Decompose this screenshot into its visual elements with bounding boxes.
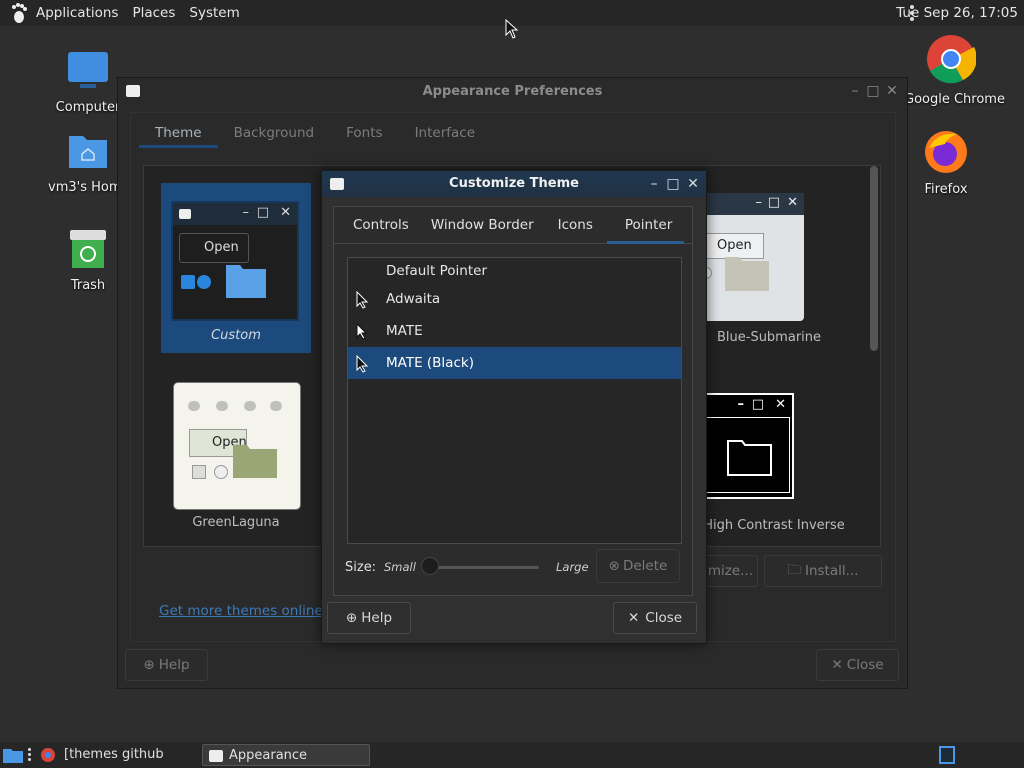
list-item[interactable]: Adwaita xyxy=(348,283,681,315)
desktop-icon-label: vm3's Home xyxy=(48,180,130,195)
get-more-themes-link[interactable]: Get more themes online xyxy=(159,603,323,619)
theme-item-greenlaguna[interactable]: Open GreenLaguna xyxy=(161,379,311,539)
close-button[interactable]: ✕ Close xyxy=(613,602,697,634)
list-item[interactable]: MATE xyxy=(348,315,681,347)
panel-handle-icon[interactable] xyxy=(28,748,32,762)
delete-icon: ⊗ xyxy=(608,558,620,574)
bottom-panel: [themes github linu... Appearance Prefer… xyxy=(0,742,1024,768)
menu-system[interactable]: System xyxy=(189,5,239,21)
close-x-icon: ✕ xyxy=(831,657,843,673)
desktop-icon-label: Google Chrome xyxy=(904,92,1005,107)
folder-icon xyxy=(725,257,769,291)
close-button[interactable]: ✕ Close xyxy=(816,649,899,681)
help-icon: ⊕ xyxy=(345,610,358,626)
tab-theme[interactable]: Theme xyxy=(139,118,218,148)
customize-button[interactable]: Customize... xyxy=(700,555,758,587)
chrome-icon xyxy=(927,35,977,84)
window-icon xyxy=(209,750,223,762)
computer-icon xyxy=(68,52,108,88)
desktop-icon-trash[interactable]: Trash xyxy=(48,228,128,293)
minimize-icon[interactable]: – xyxy=(847,83,863,99)
theme-gallery-scrollbar[interactable] xyxy=(870,166,878,351)
slider-knob[interactable] xyxy=(421,557,439,575)
theme-item-custom[interactable]: – □ ✕ Open Custom xyxy=(161,183,311,353)
show-desktop-icon[interactable] xyxy=(2,746,24,764)
close-icon[interactable]: ✕ xyxy=(884,83,900,99)
tab-fonts[interactable]: Fonts xyxy=(330,118,398,148)
pointer-mate-black-icon xyxy=(356,355,369,373)
mouse-cursor-icon xyxy=(505,19,519,39)
pointer-adwaita-icon xyxy=(356,291,369,309)
clock[interactable]: Tue Sep 26, 17:05 xyxy=(896,5,1018,21)
tab-controls[interactable]: Controls xyxy=(334,207,421,244)
minimize-icon[interactable]: – xyxy=(646,176,662,192)
tab-background[interactable]: Background xyxy=(218,118,331,148)
desktop-icon-home[interactable]: vm3's Home xyxy=(48,130,130,195)
tab-window-border[interactable]: Window Border xyxy=(421,207,548,244)
titlebar[interactable]: Customize Theme – □ ✕ xyxy=(322,171,706,197)
theme-label: GreenLaguna xyxy=(192,515,280,530)
maximize-icon[interactable]: □ xyxy=(865,83,881,99)
gnome-foot-icon[interactable] xyxy=(8,2,30,24)
trash-icon xyxy=(70,230,106,268)
list-item[interactable]: Default Pointer xyxy=(348,259,681,283)
customize-notebook: Controls Window Border Icons Pointer Def… xyxy=(333,206,693,596)
workspace-switcher-icon[interactable] xyxy=(939,746,955,764)
task-appearance-preferences[interactable]: Appearance Prefere... xyxy=(202,744,370,766)
desktop-icon-firefox[interactable]: Firefox xyxy=(906,128,986,197)
folder-icon xyxy=(727,440,772,476)
firefox-icon xyxy=(925,131,967,173)
size-label: Size: xyxy=(345,560,377,575)
pointer-mate-icon xyxy=(356,323,368,340)
desktop-icon-label: Trash xyxy=(70,278,106,293)
pointer-size-slider[interactable] xyxy=(429,566,539,569)
desktop-icon-chrome[interactable]: Google Chrome xyxy=(904,34,1005,107)
desktop-icon-computer[interactable]: Computer xyxy=(48,50,128,115)
help-icon: ⊕ xyxy=(143,657,155,673)
menu-applications[interactable]: Applications xyxy=(36,5,118,21)
theme-label: High Contrast Inverse xyxy=(703,518,844,533)
folder-icon xyxy=(233,445,277,478)
tab-pointer[interactable]: Pointer xyxy=(606,207,685,244)
customize-theme-dialog: Customize Theme – □ ✕ Controls Window Bo… xyxy=(321,170,707,644)
titlebar[interactable]: Appearance Preferences – □ ✕ xyxy=(118,78,907,106)
pointer-list: Default Pointer Adwaita MATE MATE (Black… xyxy=(347,257,682,544)
install-button[interactable]: 🗀 Install... xyxy=(764,555,882,587)
folder-icon xyxy=(226,265,266,298)
desktop-icon-label: Firefox xyxy=(924,182,968,197)
size-large-label: Large xyxy=(556,560,589,574)
window-title: Appearance Preferences xyxy=(422,84,603,99)
menu-places[interactable]: Places xyxy=(132,5,175,21)
chrome-icon xyxy=(41,748,55,762)
help-button[interactable]: ⊕ Help xyxy=(125,649,208,681)
close-icon[interactable]: ✕ xyxy=(685,176,701,192)
task-chrome[interactable]: [themes github linu... xyxy=(38,744,198,766)
tab-interface[interactable]: Interface xyxy=(399,118,491,148)
list-item-selected[interactable]: MATE (Black) xyxy=(348,347,681,379)
theme-label: Custom xyxy=(211,328,261,343)
delete-button[interactable]: ⊗ Delete xyxy=(596,549,680,583)
theme-label: Blue-Submarine xyxy=(716,330,822,343)
maximize-icon[interactable]: □ xyxy=(665,176,681,192)
preview-open-button: Open xyxy=(179,233,249,263)
home-folder-icon xyxy=(69,136,107,168)
desktop-icon-label: Computer xyxy=(55,100,121,115)
help-button[interactable]: ⊕ Help xyxy=(327,602,411,634)
size-small-label: Small xyxy=(384,560,416,574)
folder-open-icon: 🗀 xyxy=(787,561,801,578)
close-x-icon: ✕ xyxy=(627,610,640,626)
tab-icons[interactable]: Icons xyxy=(548,207,607,244)
